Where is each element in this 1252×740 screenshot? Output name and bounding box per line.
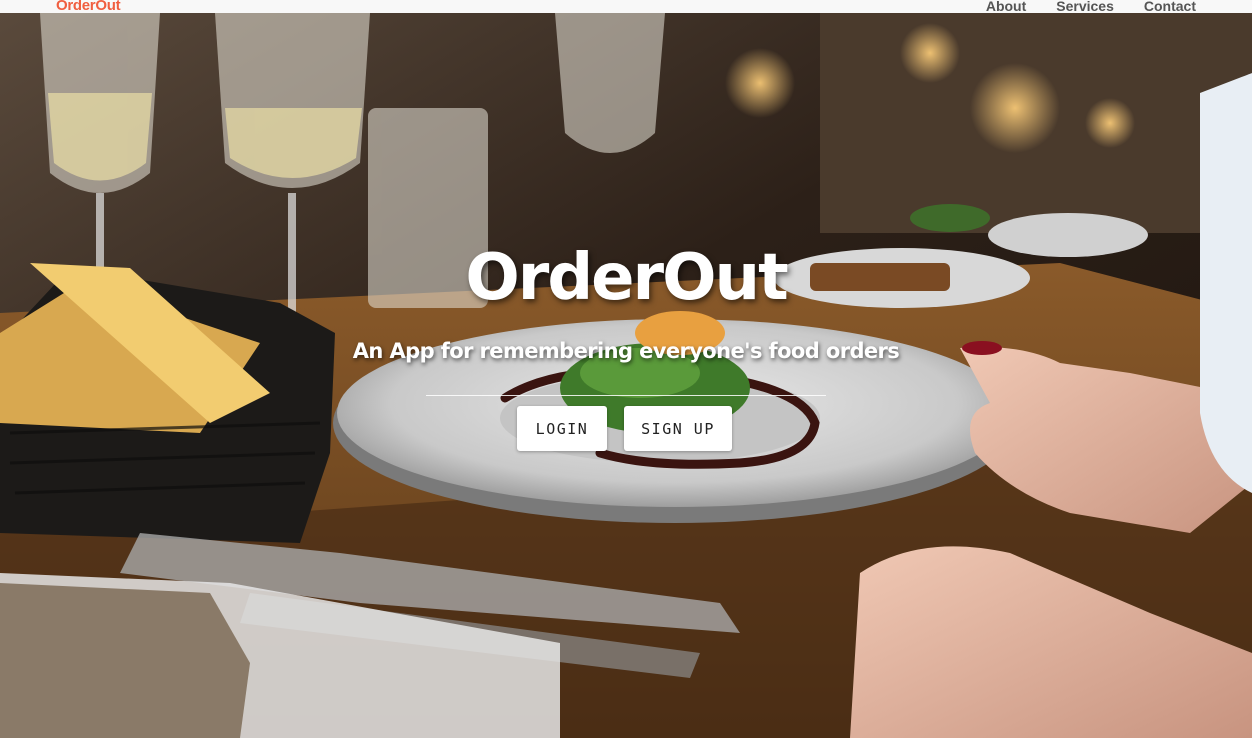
brand-logo-link[interactable]: OrderOut (56, 0, 121, 16)
hero-divider (426, 395, 826, 396)
hero-subtitle: An App for remembering everyone's food o… (352, 339, 900, 363)
nav-link-contact[interactable]: Contact (1144, 0, 1196, 16)
hero-content: OrderOut An App for remembering everyone… (0, 13, 1252, 738)
hero-button-row: LOGIN SIGN UP (517, 406, 732, 451)
hero-title: OrderOut (465, 241, 788, 315)
hero-section: OrderOut An App for remembering everyone… (0, 13, 1252, 738)
nav-link-services[interactable]: Services (1056, 0, 1114, 16)
navbar: OrderOut About Services Contact (0, 0, 1252, 16)
nav-link-about[interactable]: About (986, 0, 1026, 16)
signup-button[interactable]: SIGN UP (624, 406, 732, 451)
nav-links: About Services Contact (986, 0, 1196, 16)
login-button[interactable]: LOGIN (517, 406, 607, 451)
